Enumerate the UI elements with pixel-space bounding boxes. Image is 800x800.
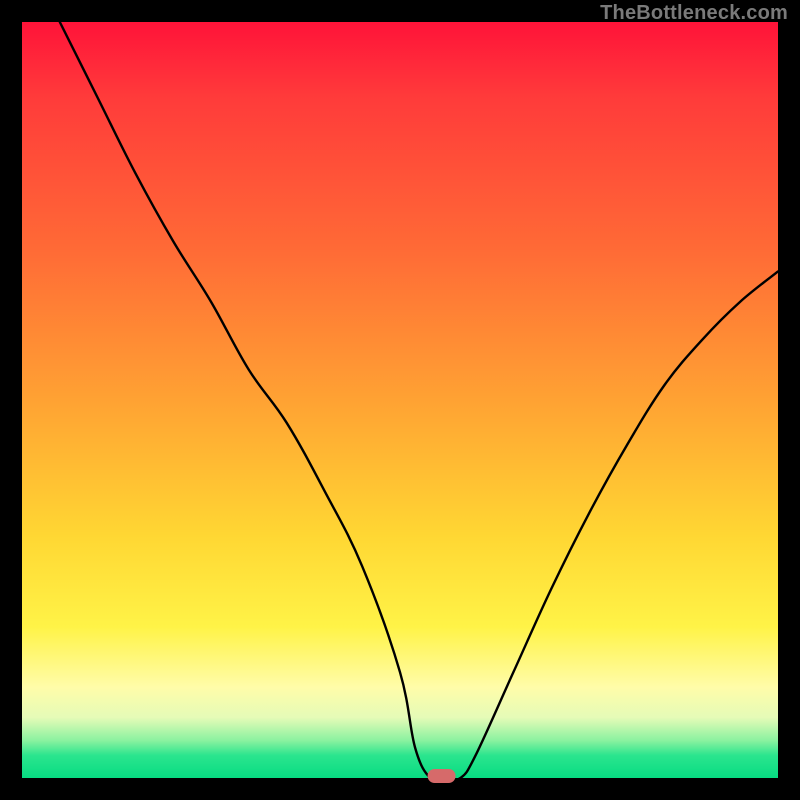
curve-svg [22, 22, 778, 778]
chart-frame: TheBottleneck.com [0, 0, 800, 800]
plot-area [22, 22, 778, 778]
bottleneck-curve-path [60, 22, 778, 780]
minimum-marker [428, 769, 456, 783]
